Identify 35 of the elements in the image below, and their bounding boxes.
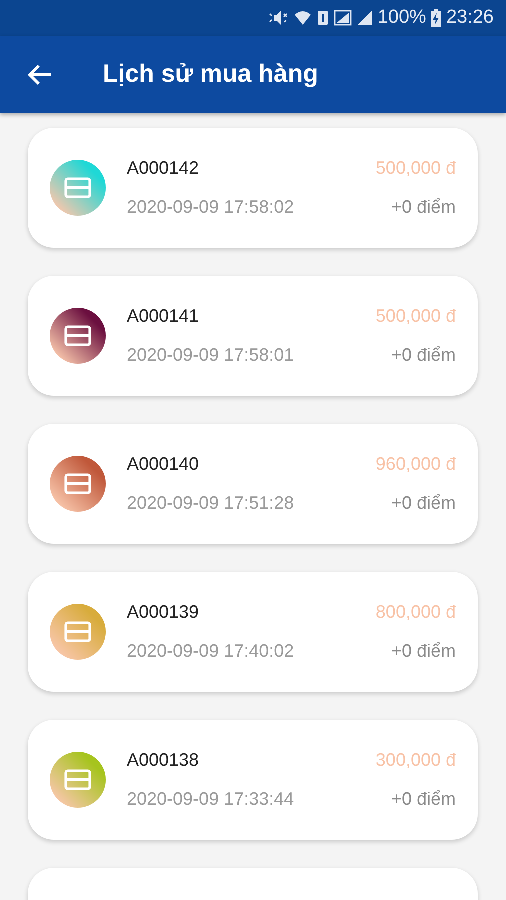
order-amount: 300,000 đ — [376, 750, 456, 771]
screen-title: Lịch sử mua hàng — [103, 60, 318, 89]
order-code: A000140 — [127, 454, 200, 475]
points-earned: +0 điểm — [391, 197, 456, 218]
points-earned: +0 điểm — [391, 493, 456, 514]
order-amount: 960,000 đ — [376, 454, 456, 475]
order-code: A000139 — [127, 602, 200, 623]
battery-charging-icon — [431, 9, 442, 27]
points-earned: +0 điểm — [391, 641, 456, 662]
mute-icon — [268, 10, 289, 26]
order-date: 2020-09-09 17:40:02 — [127, 641, 296, 662]
clock: 23:26 — [446, 7, 494, 29]
order-code: A000141 — [127, 306, 200, 327]
order-date: 2020-09-09 17:58:01 — [127, 345, 296, 366]
order-amount: 500,000 đ — [376, 306, 456, 327]
order-card[interactable]: A000141 2020-09-09 17:58:01 500,000 đ +0 điểm — [28, 276, 478, 396]
order-card[interactable]: A000138 2020-09-09 17:33:44 300,000 đ +0 điểm — [28, 720, 478, 840]
order-amount: 800,000 đ — [376, 602, 456, 623]
order-code: A000142 — [127, 158, 200, 179]
order-card[interactable]: A000142 2020-09-09 17:58:02 500,000 đ +0 điểm — [28, 128, 478, 248]
order-card[interactable]: A000139 2020-09-09 17:40:02 800,000 đ +0 điểm — [28, 572, 478, 692]
order-date: 2020-09-09 17:58:02 — [127, 197, 296, 218]
sim-icon — [316, 10, 329, 26]
order-amount: 500,000 đ — [376, 158, 456, 179]
signal-icon — [356, 10, 373, 26]
order-date: 2020-09-09 17:51:28 — [127, 493, 296, 514]
points-earned: +0 điểm — [391, 345, 456, 366]
wifi-icon — [294, 10, 312, 26]
order-code: A000138 — [127, 750, 200, 771]
battery-percent: 100% — [378, 7, 426, 29]
signal-icon — [334, 10, 352, 26]
order-date: 2020-09-09 17:33:44 — [127, 789, 296, 810]
order-card[interactable]: A000140 2020-09-09 17:51:28 960,000 đ +0 điểm — [28, 424, 478, 544]
back-icon[interactable] — [27, 64, 53, 86]
points-earned: +0 điểm — [391, 789, 456, 810]
